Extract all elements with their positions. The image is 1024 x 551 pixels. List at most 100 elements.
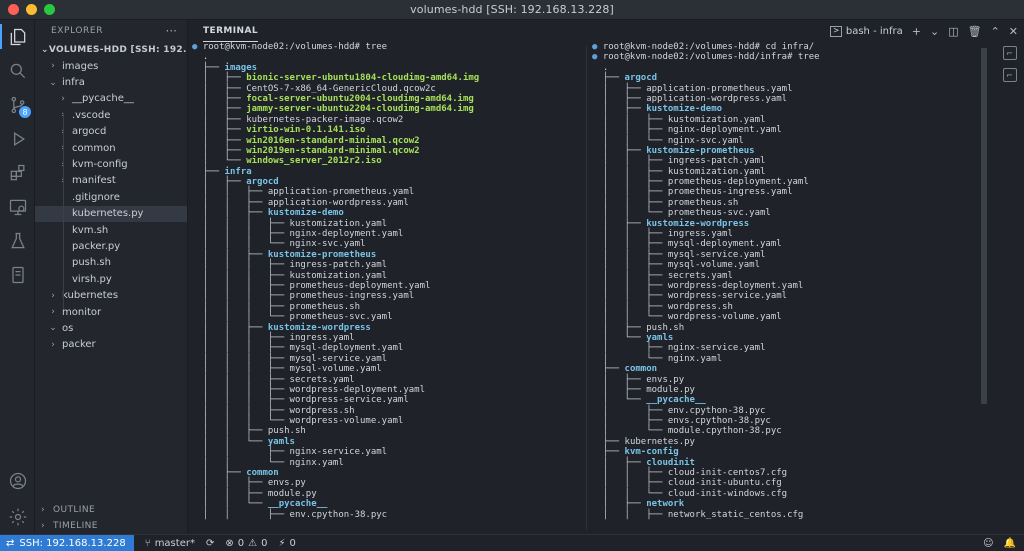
problems-indicator[interactable]: ⊗ 0 ⚠ 0 [225,538,267,549]
explorer-icon[interactable] [0,24,30,49]
terminal-line: │ └── nginx.yaml [592,354,988,364]
remote-indicator[interactable]: ⇄ SSH: 192.168.13.228 [0,534,134,551]
file-name: kustomization.yaml [667,166,766,177]
tree-file[interactable]: push.sh [35,255,187,271]
tree-indent-guide [63,113,64,309]
tree-file[interactable]: kubernetes.py [35,205,187,222]
file-name: network_static_centos.cfg [667,509,804,520]
tree-branch: │ ├── [602,374,647,385]
remote-icon: ⇄ [6,537,15,549]
terminal-line: ├── argocd [592,73,988,83]
search-icon[interactable] [5,58,30,83]
tree-folder[interactable]: › images [35,58,187,74]
file-name: CentOS-7-x86_64-GenericCloud.qcow2c [246,83,436,94]
tree-folder[interactable]: ›manifest [35,173,187,189]
directory-name: images [224,62,258,73]
directory-name: __pycache__ [646,395,706,406]
tree-item-label: kubernetes [62,290,119,302]
tree-file[interactable]: .gitignore [35,189,187,205]
branch-indicator[interactable]: ⑂ master* [145,538,195,549]
extensions-icon[interactable] [5,160,30,185]
feedback-icon[interactable]: ☺ [983,538,993,549]
terminal-line: │ │ ├── application-prometheus.yaml [192,187,586,197]
tree-branch: │ │ ├── [602,239,668,250]
tree-folder[interactable]: › monitor [35,304,187,320]
close-icon[interactable]: ✕ [1009,25,1018,38]
tree-branch: │ │ │ ├── [202,229,290,240]
tree-branch: │ ├── [202,83,247,94]
terminal-line: │ │ ├── nginx-deployment.yaml [592,125,988,135]
sync-button[interactable]: ⟳ [206,538,214,549]
tree-folder[interactable]: › packer [35,337,187,353]
directory-name: argocd [624,73,658,84]
file-name: nginx-service.yaml [667,343,766,354]
terminal-split-divider[interactable] [586,46,587,530]
tree-branch: │ │ │ ├── [202,364,290,375]
maximize-icon[interactable]: ⌃ [991,25,1000,38]
tree-branch: │ │ ├── [202,322,268,333]
tree-folder[interactable]: ›.vscode [35,107,187,123]
timeline-section[interactable]: › TIMELINE [35,518,187,534]
terminal-left[interactable]: ● root@kvm-node02:/volumes-hdd# tree . ├… [188,42,586,534]
terminal-right[interactable]: ● root@kvm-node02:/volumes-hdd# cd infra… [588,42,988,534]
directory-name: __pycache__ [267,499,328,510]
add-icon[interactable]: + [912,25,921,38]
outline-section[interactable]: › OUTLINE [35,502,187,518]
ports-indicator[interactable]: ⚡ 0 [278,538,295,549]
tree-file[interactable]: packer.py [35,238,187,254]
settings-gear-icon[interactable] [5,504,30,529]
split-icon[interactable]: ◫ [948,25,958,38]
close-window-button[interactable] [8,4,19,15]
tree-branch: │ │ ├── [202,197,268,208]
terminal-line: │ │ ├── kustomize-wordpress [192,323,586,333]
tree-folder[interactable]: ⌄ os [35,320,187,336]
account-icon[interactable] [5,468,30,493]
zoom-window-button[interactable] [44,4,55,15]
file-name: jammy-server-ubuntu2204-cloudimg-amd64.i… [246,104,474,115]
tree-item-label: os [62,322,74,334]
terminal-line: │ │ ├── mysql-deployment.yaml [592,239,988,249]
tree-file[interactable]: kvm.sh [35,222,187,238]
tree-branch: │ ├── [602,104,647,115]
tree-branch: │ │ └── [602,488,668,499]
notebook-icon[interactable] [5,262,30,287]
terminal-instance-icon[interactable]: ⌐ [1002,46,1017,60]
trash-icon[interactable]: 🗑 [968,25,982,38]
remote-explorer-icon[interactable] [5,194,30,219]
minimize-window-button[interactable] [26,4,37,15]
workspace-root[interactable]: ⌄ VOLUMES-HDD [SSH: 192.168.13... [35,42,187,58]
source-control-icon[interactable]: 8 [5,92,31,118]
terminal-scrollbar[interactable] [981,48,987,404]
chevron-right-icon: › [51,290,55,301]
chevron-down-icon[interactable]: ⌄ [930,25,939,38]
more-actions-icon[interactable]: ··· [166,24,177,38]
notifications-icon[interactable]: 🔔 [1004,538,1016,549]
directory-name: argocd [246,177,279,188]
tree-folder[interactable]: › __pycache__ [35,91,187,107]
tree-folder[interactable]: ›argocd [35,124,187,140]
terminal-line: │ ├── network [592,499,988,509]
file-name: nginx-service.yaml [289,447,388,458]
tree-branch: │ ├── [202,93,247,104]
tree-folder[interactable]: ⌄ infra [35,74,187,90]
tree-branch: │ │ │ └── [202,416,290,427]
run-debug-icon[interactable] [5,126,30,151]
tree-folder[interactable]: ›kvm-config [35,156,187,172]
testing-icon[interactable] [5,228,30,253]
tree-file[interactable]: virsh.py [35,271,187,287]
tree-folder[interactable]: › kubernetes [35,287,187,303]
command-text: root@kvm-node02:/volumes-hdd/infra# tree [602,52,820,63]
tree-folder[interactable]: ›common [35,140,187,156]
terminal-instance-icon[interactable]: ⌐ [1002,68,1017,82]
terminal-line: ├── infra [192,167,586,177]
tab-terminal[interactable]: TERMINAL [203,20,258,42]
terminal-selector[interactable]: > bash - infra [830,25,903,37]
file-name: envs.py [267,478,306,489]
